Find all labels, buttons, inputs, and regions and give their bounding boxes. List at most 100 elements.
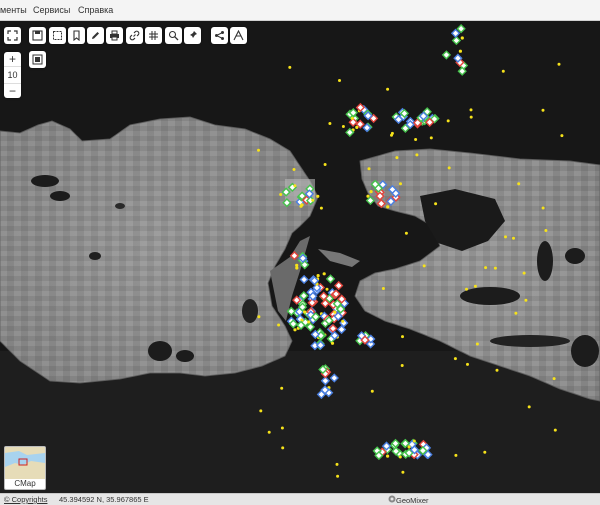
- vessel-dot[interactable]: [460, 36, 464, 40]
- vessel-dot[interactable]: [434, 202, 438, 206]
- vessel-dot[interactable]: [381, 287, 385, 290]
- vessel-marker[interactable]: [282, 198, 292, 208]
- vessel-dot[interactable]: [350, 116, 354, 120]
- select-area-button[interactable]: [49, 27, 66, 44]
- vessel-dot[interactable]: [446, 119, 450, 123]
- vessel-dot[interactable]: [316, 274, 320, 278]
- vessel-dot[interactable]: [501, 69, 505, 73]
- vessel-dot[interactable]: [316, 194, 320, 198]
- vessel-dot[interactable]: [401, 335, 404, 339]
- vessel-dot[interactable]: [399, 182, 402, 186]
- vessel-dot[interactable]: [541, 206, 545, 210]
- vessel-dot[interactable]: [447, 166, 451, 170]
- bookmark-button[interactable]: [68, 27, 85, 44]
- vessel-dot[interactable]: [415, 153, 419, 157]
- vessel-dot[interactable]: [514, 311, 518, 315]
- layers-button[interactable]: [29, 51, 46, 68]
- vessel-dot[interactable]: [322, 272, 326, 276]
- vessel-dot[interactable]: [512, 236, 515, 240]
- vessel-dot[interactable]: [475, 342, 479, 346]
- vessel-marker[interactable]: [289, 251, 300, 261]
- vessel-dot[interactable]: [552, 377, 556, 381]
- vessel-dot[interactable]: [400, 364, 404, 367]
- vessel-marker[interactable]: [299, 274, 309, 285]
- vessel-dot[interactable]: [292, 168, 296, 171]
- vessel-marker[interactable]: [456, 24, 466, 34]
- grid-button[interactable]: [145, 27, 162, 44]
- vessel-dot[interactable]: [422, 264, 426, 268]
- vessel-dot[interactable]: [338, 79, 341, 82]
- fullscreen-button[interactable]: [4, 27, 21, 44]
- print-button[interactable]: [106, 27, 123, 44]
- vessel-marker[interactable]: [281, 187, 291, 197]
- share-button[interactable]: [211, 27, 228, 44]
- save-button[interactable]: [29, 27, 46, 44]
- vessel-dot[interactable]: [544, 229, 548, 232]
- vessel-dot[interactable]: [469, 108, 473, 112]
- vessel-dot[interactable]: [335, 462, 339, 466]
- vessel-dot[interactable]: [328, 122, 332, 125]
- vessel-dot[interactable]: [414, 138, 418, 141]
- vessel-dot[interactable]: [401, 470, 405, 474]
- vessel-dot[interactable]: [504, 235, 507, 239]
- vessel-dot[interactable]: [522, 271, 526, 275]
- vessel-marker[interactable]: [325, 274, 336, 284]
- vessel-dot[interactable]: [465, 287, 468, 291]
- vessel-dot[interactable]: [330, 341, 335, 345]
- vessel-dot[interactable]: [560, 134, 564, 138]
- vessel-dot[interactable]: [267, 430, 271, 434]
- vessel-dot[interactable]: [341, 319, 345, 323]
- vessel-dot[interactable]: [369, 190, 373, 194]
- vessel-dot[interactable]: [386, 454, 390, 458]
- vessel-dot[interactable]: [367, 167, 371, 171]
- vessel-dot[interactable]: [395, 156, 399, 160]
- vessel-dot[interactable]: [280, 386, 284, 390]
- zoom-in-button[interactable]: +: [4, 52, 21, 66]
- vessel-dot[interactable]: [293, 328, 297, 332]
- vessel-marker[interactable]: [441, 50, 452, 60]
- draw-button[interactable]: [87, 27, 104, 44]
- vessel-dot[interactable]: [257, 315, 261, 319]
- vessel-dot[interactable]: [557, 62, 561, 66]
- map-view[interactable]: + 10 − CMap: [0, 21, 600, 493]
- vessel-dot[interactable]: [303, 310, 307, 314]
- vessel-dot[interactable]: [333, 310, 337, 314]
- vessel-dot[interactable]: [473, 284, 477, 288]
- zoom-out-button[interactable]: −: [4, 84, 21, 98]
- vessel-dot[interactable]: [293, 184, 297, 188]
- vessel-dot[interactable]: [453, 357, 457, 361]
- menu-item-help[interactable]: Справка: [78, 5, 113, 15]
- vessel-dot[interactable]: [319, 206, 323, 210]
- copyrights-link[interactable]: © Copyrights: [4, 495, 47, 504]
- vessel-dot[interactable]: [398, 455, 402, 459]
- vessel-marker[interactable]: [450, 28, 461, 38]
- vessel-dot[interactable]: [257, 148, 260, 152]
- vessel-dot[interactable]: [553, 428, 557, 432]
- vessel-dot[interactable]: [466, 362, 469, 366]
- vessel-dot[interactable]: [355, 125, 359, 129]
- vessel-dot[interactable]: [311, 198, 315, 202]
- vessel-dot[interactable]: [429, 136, 433, 140]
- satellite-search-button[interactable]: [165, 27, 182, 44]
- vessel-dot[interactable]: [458, 49, 462, 53]
- vessel-dot[interactable]: [288, 65, 292, 69]
- vessel-dot[interactable]: [259, 409, 263, 413]
- measure-button[interactable]: [230, 27, 247, 44]
- vessel-dot[interactable]: [277, 323, 281, 327]
- vessel-marker[interactable]: [329, 373, 339, 383]
- vessel-dot[interactable]: [370, 389, 374, 393]
- vessel-dot[interactable]: [407, 445, 411, 449]
- vessel-dot[interactable]: [280, 426, 284, 430]
- vessel-dot[interactable]: [325, 287, 329, 291]
- vessel-dot[interactable]: [527, 405, 531, 409]
- vessel-marker[interactable]: [334, 280, 344, 291]
- vessel-dot[interactable]: [454, 453, 458, 457]
- vessel-dot[interactable]: [469, 115, 473, 119]
- vessel-dot[interactable]: [386, 87, 390, 91]
- vessel-marker[interactable]: [451, 35, 462, 46]
- vessel-marker[interactable]: [365, 195, 376, 206]
- vessel-dot[interactable]: [541, 108, 545, 112]
- vessel-dot[interactable]: [300, 203, 304, 207]
- vessel-dot[interactable]: [517, 182, 521, 186]
- vessel-dot[interactable]: [279, 193, 283, 196]
